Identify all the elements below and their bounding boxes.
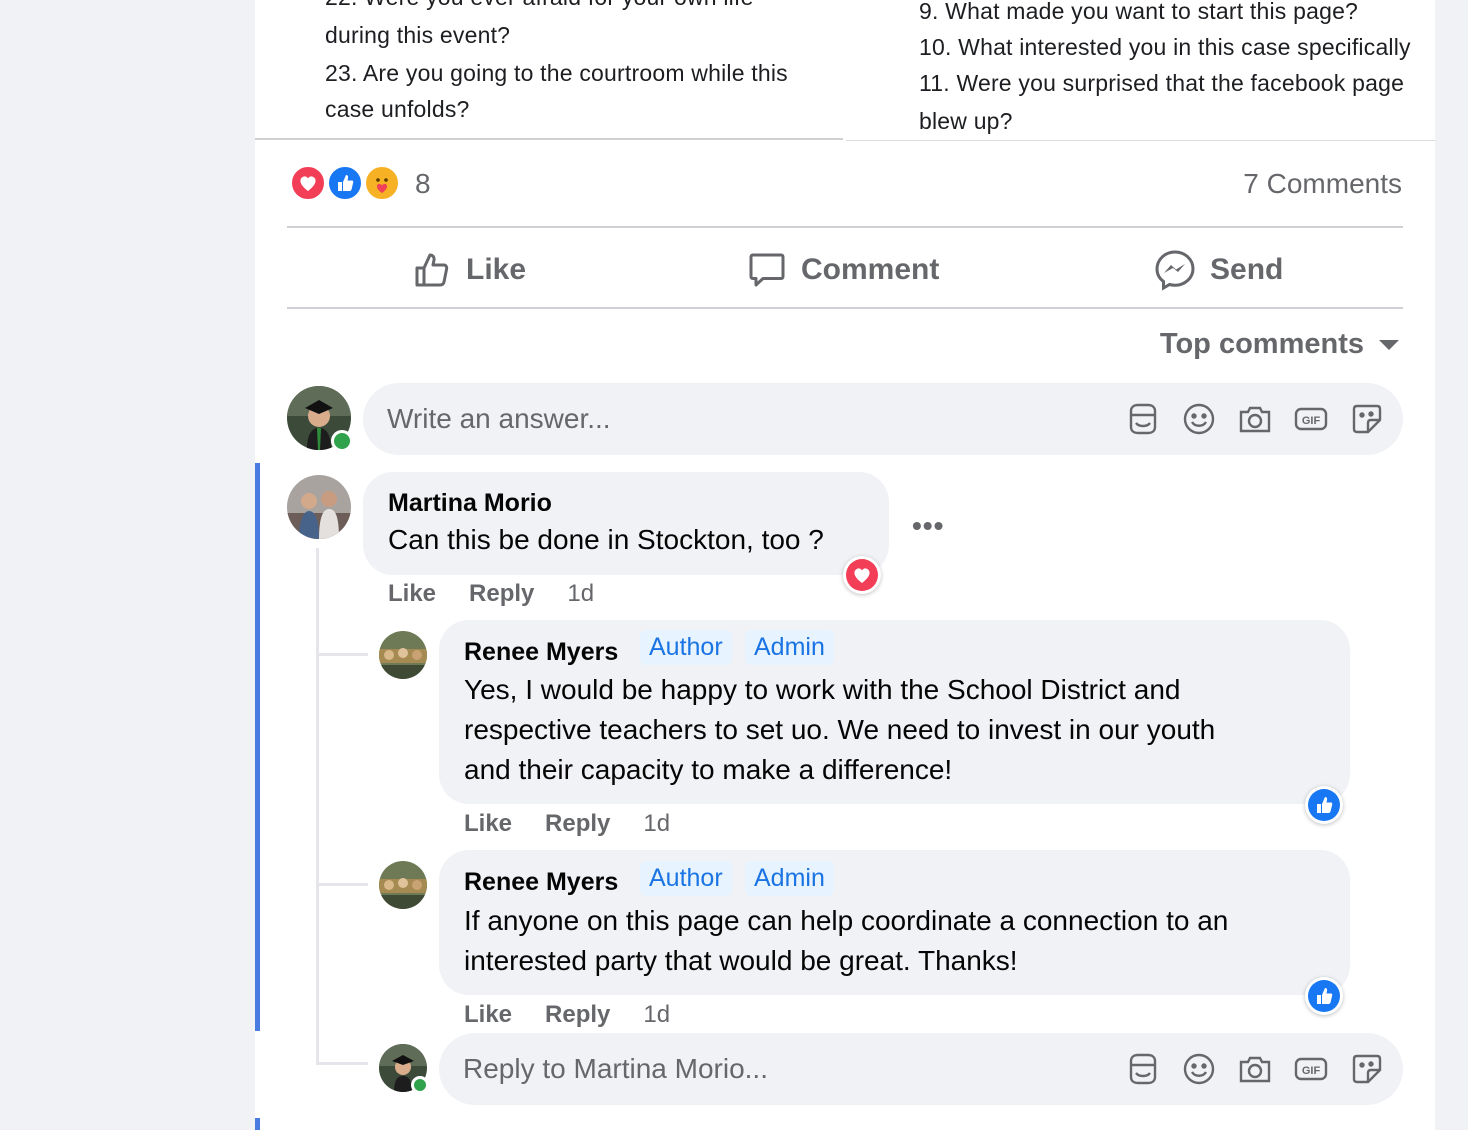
- reply-text-line: interested party that would be great. Th…: [464, 945, 1018, 976]
- thread-connector: [316, 1062, 368, 1065]
- reply-bubble: Renee Myers Author Admin Yes, I would be…: [439, 620, 1350, 804]
- online-status-indicator: [411, 1076, 429, 1094]
- avatar[interactable]: [379, 861, 427, 909]
- comments-count-link[interactable]: 7 Comments: [1243, 168, 1402, 200]
- send-button[interactable]: Send: [1154, 248, 1283, 292]
- reply-composer[interactable]: Reply to Martina Morio... GIF: [439, 1033, 1403, 1105]
- comment-composer[interactable]: Write an answer... GIF: [363, 383, 1403, 455]
- reaction-count[interactable]: 8: [415, 168, 431, 200]
- comment-button[interactable]: Comment: [747, 248, 939, 292]
- thread-highlight-bar: [255, 463, 260, 1031]
- comment-timestamp[interactable]: 1d: [567, 580, 594, 608]
- reply-reaction[interactable]: [1305, 977, 1343, 1015]
- caret-down-icon: [1379, 339, 1399, 350]
- reply-meta: Like Reply 1d: [464, 810, 670, 838]
- thread-connector: [316, 883, 368, 886]
- emoji-icon[interactable]: [1181, 401, 1217, 437]
- gif-icon[interactable]: GIF: [1293, 1051, 1329, 1087]
- gif-icon[interactable]: GIF: [1293, 401, 1329, 437]
- author-badge: Author: [640, 630, 732, 665]
- image-text-line: 9. What made you want to start this page…: [919, 0, 1359, 24]
- reply-text-line: and their capacity to make a difference!: [464, 754, 953, 785]
- image-text-line: during this event?: [325, 22, 511, 48]
- reply-like-link[interactable]: Like: [464, 810, 512, 838]
- thumbs-up-icon: [415, 253, 449, 287]
- reply-bubble: Renee Myers Author Admin If anyone on th…: [439, 850, 1350, 995]
- reply-reply-link[interactable]: Reply: [545, 810, 610, 838]
- reply-author[interactable]: Renee Myers: [464, 868, 618, 897]
- camera-icon[interactable]: [1237, 1051, 1273, 1087]
- comment-like-link[interactable]: Like: [388, 580, 436, 608]
- svg-text:GIF: GIF: [1302, 1065, 1321, 1077]
- like-label: Like: [466, 253, 527, 286]
- reply-composer-placeholder: Reply to Martina Morio...: [463, 1053, 768, 1084]
- reply-timestamp[interactable]: 1d: [643, 810, 670, 838]
- reply-text-line: respective teachers to set uo. We need t…: [464, 714, 1216, 745]
- admin-badge: Admin: [745, 630, 834, 665]
- sticker-icon[interactable]: [1349, 1051, 1385, 1087]
- love-icon: [290, 165, 326, 201]
- avatar[interactable]: [379, 631, 427, 679]
- like-icon: [327, 165, 363, 201]
- reply-meta: Like Reply 1d: [464, 1001, 670, 1029]
- avatar-sticker-icon[interactable]: [1125, 1051, 1161, 1087]
- like-button[interactable]: Like: [412, 248, 526, 292]
- attachment-image-left[interactable]: 22. Were you ever afraid for your own li…: [255, 0, 843, 140]
- reply-reply-link[interactable]: Reply: [545, 1001, 610, 1029]
- sticker-icon[interactable]: [1349, 401, 1385, 437]
- send-label: Send: [1210, 253, 1284, 286]
- comment-reply-link[interactable]: Reply: [469, 580, 534, 608]
- image-text-line: blew up?: [919, 108, 1013, 134]
- divider: [287, 307, 1403, 309]
- sort-label: Top comments: [1159, 328, 1364, 360]
- page-background-right: [1435, 0, 1468, 1130]
- like-icon: [1308, 789, 1340, 821]
- thread-connector: [316, 548, 319, 1062]
- comment-bubble-icon: [749, 253, 785, 287]
- reply-text-line: Yes, I would be happy to work with the S…: [464, 674, 1181, 705]
- emoji-icon[interactable]: [1181, 1051, 1217, 1087]
- avatar[interactable]: [287, 475, 351, 539]
- online-status-indicator: [331, 430, 353, 452]
- camera-icon[interactable]: [1237, 401, 1273, 437]
- comment-bubble: Martina Morio Can this be done in Stockt…: [363, 472, 889, 575]
- like-icon: [1308, 980, 1340, 1012]
- image-text-line: 11. Were you surprised that the facebook…: [919, 70, 1405, 96]
- image-text-line: 10. What interested you in this case spe…: [919, 34, 1411, 60]
- more-options-icon[interactable]: •••: [912, 510, 944, 542]
- reply-text-line: If anyone on this page can help coordina…: [464, 905, 1229, 936]
- author-badge: Author: [640, 861, 732, 896]
- comment-text: Can this be done in Stockton, too ?: [388, 524, 824, 555]
- avatar-sticker-icon[interactable]: [1125, 401, 1161, 437]
- comment-author[interactable]: Martina Morio: [388, 489, 552, 518]
- messenger-icon: [1155, 250, 1195, 291]
- attachment-image-right[interactable]: 9. What made you want to start this page…: [846, 0, 1435, 141]
- comment-reaction[interactable]: [843, 556, 881, 594]
- svg-text:GIF: GIF: [1302, 415, 1321, 427]
- composer-placeholder: Write an answer...: [387, 403, 611, 434]
- admin-badge: Admin: [745, 861, 834, 896]
- comment-label: Comment: [801, 253, 940, 286]
- reply-timestamp[interactable]: 1d: [643, 1001, 670, 1029]
- image-text-line: 22. Were you ever afraid for your own li…: [325, 0, 754, 11]
- comment-sort-dropdown[interactable]: Top comments: [1160, 328, 1400, 361]
- thread-highlight-bar: [255, 1118, 260, 1130]
- comment-meta: Like Reply 1d: [388, 580, 594, 608]
- image-text-line: 23. Are you going to the courtroom while…: [325, 60, 788, 86]
- image-text-line: case unfolds?: [325, 96, 470, 122]
- love-icon: [846, 559, 878, 591]
- reply-like-link[interactable]: Like: [464, 1001, 512, 1029]
- reply-author[interactable]: Renee Myers: [464, 638, 618, 667]
- care-icon: [364, 165, 400, 201]
- thread-connector: [316, 653, 368, 656]
- reply-reaction[interactable]: [1305, 786, 1343, 824]
- divider: [287, 226, 1403, 228]
